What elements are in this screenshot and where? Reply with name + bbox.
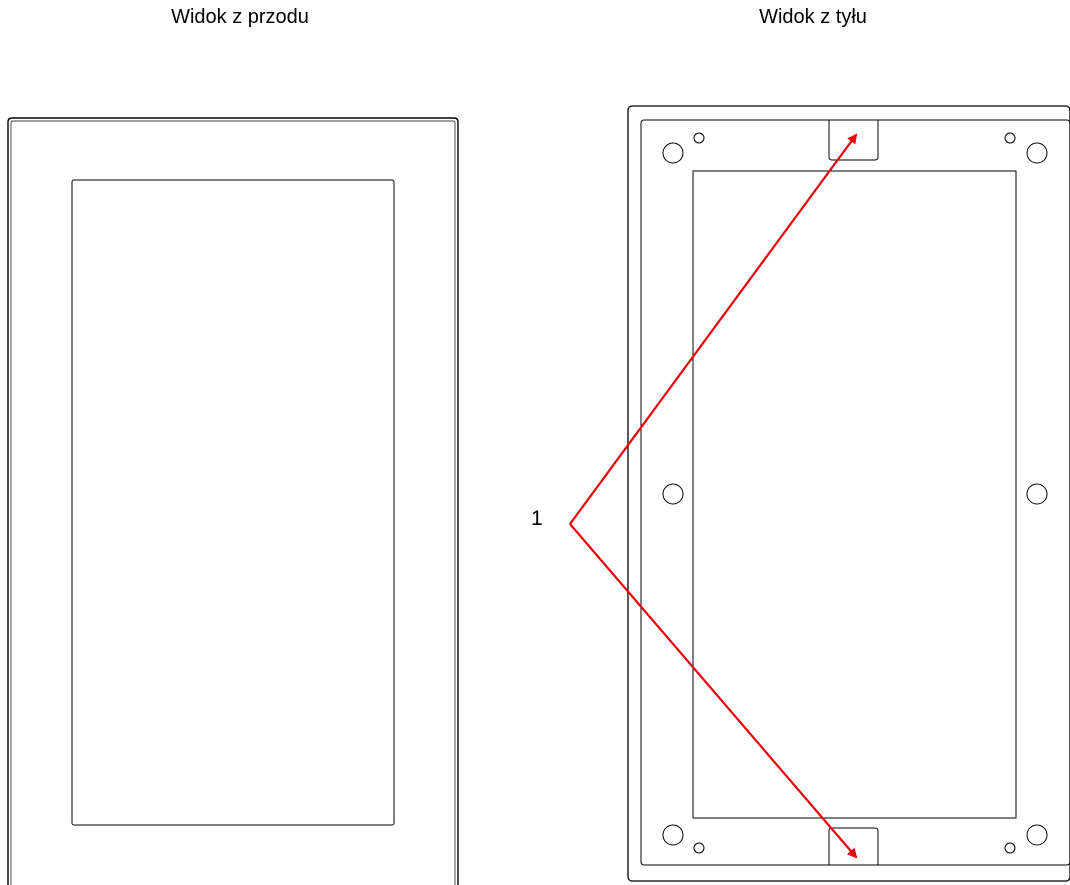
screw-hole-bottom-right-small [1004, 842, 1016, 854]
screw-hole-middle-right [1026, 483, 1048, 505]
callout-arrows [569, 133, 858, 859]
front-frame-outline [7, 117, 459, 885]
screw-hole-middle-left [662, 483, 684, 505]
screw-hole-top-right-large [1026, 142, 1048, 164]
screw-hole-top-left-large [662, 142, 684, 164]
callout-label: 1 [531, 507, 543, 530]
screw-hole-bottom-left-large [662, 824, 684, 846]
screw-hole-top-left-small [693, 132, 705, 144]
front-frame-inner-edge [10, 120, 456, 885]
screw-hole-bottom-right-large [1026, 824, 1048, 846]
screw-hole-top-right-small [1004, 132, 1016, 144]
back-mounting-plate [640, 119, 1070, 866]
back-outer-housing [627, 105, 1070, 882]
device-diagram [7, 105, 1070, 885]
back-view [627, 105, 1070, 882]
front-view [7, 117, 459, 885]
front-display-screen [71, 179, 395, 826]
screw-hole-bottom-left-small [693, 842, 705, 854]
back-inner-panel [692, 170, 1017, 819]
callout-arrow-top [569, 133, 858, 525]
callout-arrow-bottom [569, 523, 858, 859]
